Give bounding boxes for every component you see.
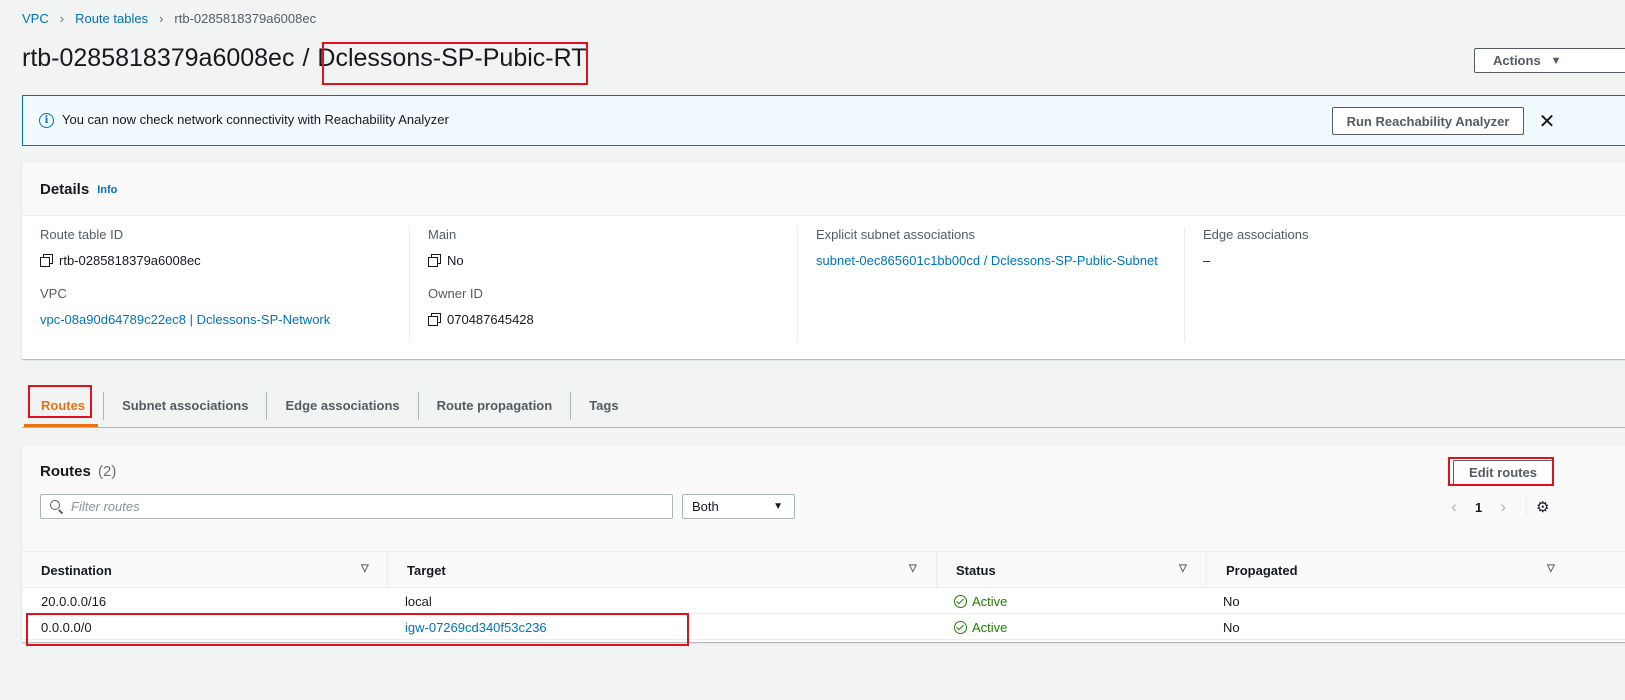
table-row[interactable]: 0.0.0.0/0 igw-07269cd340f53c236 Active N… xyxy=(22,614,1625,640)
tab-tags[interactable]: Tags xyxy=(571,392,636,420)
breadcrumb-vpc[interactable]: VPC xyxy=(22,11,49,26)
details-header: Details Info xyxy=(22,163,1625,216)
vpc-value: vpc-08a90d64789c22ec8 | Dclessons-SP-Net… xyxy=(40,310,410,328)
owner-id-text: 070487645428 xyxy=(447,311,534,327)
target-igw-link[interactable]: igw-07269cd340f53c236 xyxy=(405,620,547,635)
pager-divider xyxy=(1526,496,1527,516)
tab-route-propagation[interactable]: Route propagation xyxy=(419,391,572,420)
cell-target: local xyxy=(405,593,432,609)
table-row[interactable]: 20.0.0.0/16 local Active No xyxy=(22,588,1625,614)
chevron-left-icon[interactable]: ‹ xyxy=(1446,497,1462,517)
column-header-propagated[interactable]: Propagated ▽ xyxy=(1206,552,1625,588)
sort-icon[interactable]: ▽ xyxy=(909,563,917,574)
title-separator: / xyxy=(302,44,310,72)
chevron-right-icon: › xyxy=(59,10,65,26)
page-title: rtb-0285818379a6008ec / Dclessons-SP-Pub… xyxy=(22,44,586,73)
main-value: No xyxy=(428,251,797,269)
cell-target: igw-07269cd340f53c236 xyxy=(405,614,547,640)
column-header-destination[interactable]: Destination ▽ xyxy=(22,552,387,588)
chevron-right-icon: › xyxy=(159,10,164,26)
check-circle-icon xyxy=(954,620,967,634)
copy-icon[interactable] xyxy=(40,254,53,267)
details-info-link[interactable]: Info xyxy=(97,184,117,196)
status-text: Active xyxy=(972,619,1008,635)
route-type-select[interactable]: Both ▼ xyxy=(682,494,795,519)
sort-icon[interactable]: ▽ xyxy=(361,563,369,574)
column-label: Propagated xyxy=(1226,562,1298,578)
route-type-select-value: Both xyxy=(692,499,719,514)
close-icon[interactable]: ✕ xyxy=(1536,107,1558,135)
status-text: Active xyxy=(972,593,1008,609)
owner-id-value: 070487645428 xyxy=(428,310,797,328)
edge-associations-value: – xyxy=(1203,252,1211,268)
sort-icon[interactable]: ▽ xyxy=(1179,563,1187,574)
filter-routes-input-wrapper xyxy=(40,494,673,519)
check-circle-icon xyxy=(954,594,967,608)
routes-title: Routes (2) xyxy=(40,463,116,480)
route-table-id-value: rtb-0285818379a6008ec xyxy=(40,251,410,269)
actions-label: Actions xyxy=(1493,53,1541,68)
gear-icon[interactable]: ⚙ xyxy=(1536,498,1549,516)
title-route-table-name: Dclessons-SP-Pubic-RT xyxy=(317,44,587,72)
breadcrumb: VPC › Route tables › rtb-0285818379a6008… xyxy=(22,9,316,27)
main-label: Main xyxy=(428,227,457,242)
cell-destination: 20.0.0.0/16 xyxy=(41,593,107,609)
edit-routes-button[interactable]: Edit routes xyxy=(1453,460,1553,485)
tab-bar: Routes Subnet associations Edge associat… xyxy=(22,384,1625,428)
owner-id-label: Owner ID xyxy=(428,286,483,301)
explicit-subnet-value: subnet-0ec865601c1bb00cd / Dclessons-SP-… xyxy=(816,251,1185,269)
tab-edge-associations[interactable]: Edge associations xyxy=(267,391,419,420)
pagination: ‹ 1 › xyxy=(1446,497,1511,517)
cell-propagated: No xyxy=(1223,593,1240,609)
subnet-link[interactable]: subnet-0ec865601c1bb00cd / Dclessons-SP-… xyxy=(816,253,1158,268)
info-icon: i xyxy=(39,113,54,128)
details-col-2: Main No Owner ID 070487645428 xyxy=(409,227,797,342)
info-banner: i You can now check network connectivity… xyxy=(22,95,1625,146)
breadcrumb-current: rtb-0285818379a6008ec xyxy=(174,10,317,26)
routes-title-text: Routes xyxy=(40,463,91,480)
copy-icon[interactable] xyxy=(428,254,441,267)
edge-associations-label: Edge associations xyxy=(1203,227,1309,242)
details-col-1: Route table ID rtb-0285818379a6008ec VPC… xyxy=(40,227,410,342)
cell-status: Active xyxy=(954,588,1007,614)
tab-subnet-associations[interactable]: Subnet associations xyxy=(104,391,268,420)
column-label: Destination xyxy=(41,562,112,578)
banner-message: You can now check network connectivity w… xyxy=(62,112,449,127)
chevron-right-icon[interactable]: › xyxy=(1495,497,1511,517)
title-route-table-id: rtb-0285818379a6008ec xyxy=(22,44,295,72)
details-col-4: Edge associations – xyxy=(1184,227,1624,342)
vpc-label: VPC xyxy=(40,286,67,301)
column-label: Target xyxy=(407,562,446,578)
current-page[interactable]: 1 xyxy=(1475,500,1482,515)
column-label: Status xyxy=(956,562,996,578)
active-tab-indicator xyxy=(24,424,98,427)
cell-status: Active xyxy=(954,614,1007,640)
routes-count: (2) xyxy=(98,463,117,480)
routes-panel: Routes (2) Edit routes Both ▼ ‹ 1 › ⚙ De… xyxy=(22,447,1625,642)
cell-destination: 0.0.0.0/0 xyxy=(41,619,92,635)
cell-propagated: No xyxy=(1223,619,1240,635)
route-table-id-text: rtb-0285818379a6008ec xyxy=(59,252,201,268)
details-title: Details xyxy=(40,180,90,198)
caret-down-icon: ▼ xyxy=(773,501,783,512)
run-reachability-analyzer-button[interactable]: Run Reachability Analyzer xyxy=(1332,107,1524,135)
details-panel: Details Info Route table ID rtb-02858183… xyxy=(22,163,1625,359)
main-text: No xyxy=(447,252,464,268)
search-icon xyxy=(50,500,63,513)
column-header-status[interactable]: Status ▽ xyxy=(936,552,1206,588)
table-header: Destination ▽ Target ▽ Status ▽ Propagat… xyxy=(22,551,1625,588)
caret-down-icon: ▼ xyxy=(1550,54,1562,67)
sort-icon[interactable]: ▽ xyxy=(1547,563,1555,574)
filter-routes-input[interactable] xyxy=(71,499,651,514)
column-header-target[interactable]: Target ▽ xyxy=(387,552,936,588)
tab-routes[interactable]: Routes xyxy=(22,391,105,420)
explicit-subnet-label: Explicit subnet associations xyxy=(816,227,975,242)
copy-icon[interactable] xyxy=(428,313,441,326)
breadcrumb-route-tables[interactable]: Route tables xyxy=(75,11,148,26)
details-col-3: Explicit subnet associations subnet-0ec8… xyxy=(797,227,1185,342)
vpc-link[interactable]: vpc-08a90d64789c22ec8 | Dclessons-SP-Net… xyxy=(40,312,330,327)
actions-button[interactable]: Actions ▼ xyxy=(1474,48,1625,73)
route-table-id-label: Route table ID xyxy=(40,227,124,242)
